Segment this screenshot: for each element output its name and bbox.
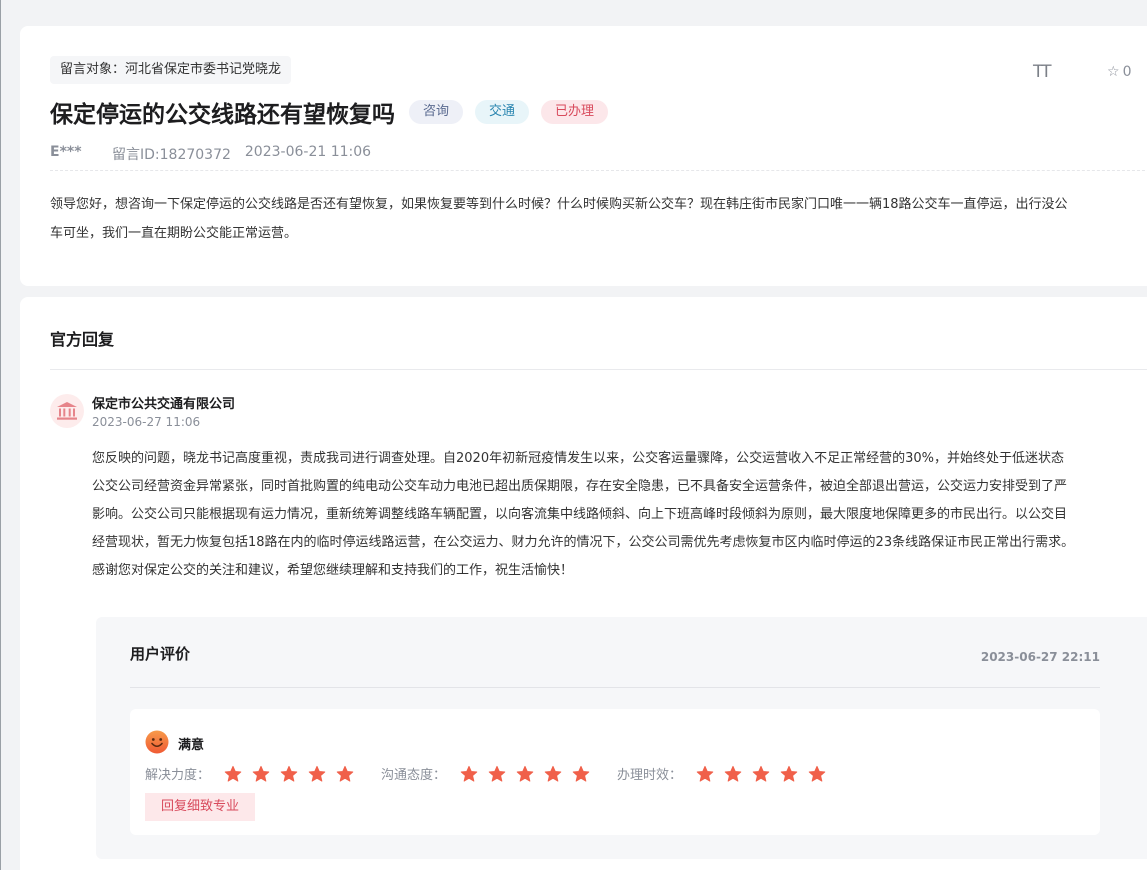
tag-status-done: 已办理 [541,100,609,124]
smile-face-icon [145,730,169,754]
star-icon [308,765,326,782]
star-icon [224,765,242,782]
reply-body-line: 经营现状，暂无力恢复包括18路在内的临时停运线路运营，在公交运力、财力允许的情况… [92,535,1075,550]
star-icon [752,765,770,782]
user-evaluation-panel: 用户评价 2023-06-27 22:11 满意 解决力度： 沟通态度： 办理时… [96,617,1147,859]
favorite-count: 0 [1122,64,1132,80]
rating-communication: 沟通态度： [381,764,590,783]
message-author: E*** [50,144,82,160]
star-icon [460,765,478,782]
star-icon [696,765,714,782]
evaluation-datetime: 2023-06-27 22:11 [980,650,1100,664]
star-icon [280,765,298,782]
star-icon [544,765,562,782]
reply-org-name: 保定市公共交通有限公司 [92,397,236,412]
reply-body: 您反映的问题，晓龙书记高度重视，责成我司进行调查处理。自2020年初新冠疫情发生… [92,445,1147,585]
rating-timeliness: 办理时效： [617,764,826,783]
feedback-tag: 回复细致专业 [145,793,256,821]
star-icon [808,765,826,782]
font-size-icon[interactable]: TT [1033,62,1052,82]
reply-heading: 官方回复 [50,330,115,349]
reply-datetime: 2023-06-27 11:06 [92,415,201,429]
star-rating [450,765,590,783]
star-icon [516,765,534,782]
reply-body-line: 感谢您对保定公交的关注和建议，希望您继续理解和支持我们的工作，祝生活愉快！ [92,563,574,578]
satisfaction-label: 满意 [178,738,205,753]
evaluation-heading: 用户评价 [130,645,191,663]
rating-label: 办理时效： [617,768,683,783]
divider [50,170,1147,171]
reply-body-line: 您反映的问题，晓龙书记高度重视，责成我司进行调查处理。自2020年初新冠疫情发生… [92,451,1064,466]
star-icon [572,765,590,782]
star-icon [724,765,742,782]
message-title: 保定停运的公交线路还有望恢复吗 [50,102,395,128]
left-border-line [0,0,1,870]
ratings-row: 解决力度： 沟通态度： 办理时效： [145,764,853,783]
message-body: 领导您好，想咨询一下保定停运的公交线路是否还有望恢复，如果恢复要等到什么时候？什… [50,190,1147,248]
government-building-icon [50,394,84,428]
message-body-line: 领导您好，想咨询一下保定停运的公交线路是否还有望恢复，如果恢复要等到什么时候？什… [50,197,1068,212]
message-id: 留言ID:18270372 [112,147,231,163]
reply-body-line: 影响。公交公司只能根据现有运力情况，重新统筹调整线路车辆配置，以向客流集中线路倾… [92,507,1068,522]
star-outline-icon: ☆ [1107,64,1120,80]
star-rating [214,765,354,783]
star-icon [336,765,354,782]
tag-traffic: 交通 [475,100,530,124]
message-meta: E*** 留言ID:18270372 2023-06-21 11:06 [50,144,371,164]
star-icon [252,765,270,782]
reply-body-line: 公交公司经营资金异常紧张，同时首批购置的纯电动公交车动力电池已超出质保期限，存在… [92,479,1068,494]
divider [130,687,1100,688]
divider [50,369,1147,370]
message-datetime: 2023-06-21 11:06 [244,144,372,160]
star-icon [780,765,798,782]
favorite-button[interactable]: ☆ 0 [1107,64,1131,80]
star-icon [488,765,506,782]
official-reply-card: 官方回复 保定市公共交通有限公司 2023-06-27 11:06 您反映的问题… [20,297,1147,870]
rating-resolution: 解决力度： [145,764,354,783]
message-body-line: 车可坐，我们一直在期盼公交能正常运营。 [50,226,298,241]
message-title-row: 保定停运的公交线路还有望恢复吗 咨询 交通 已办理 [50,94,609,130]
rating-label: 解决力度： [145,768,211,783]
message-card: 留言对象：河北省保定市委书记党晓龙 TT ☆ 0 保定停运的公交线路还有望恢复吗 … [20,26,1147,286]
rating-label: 沟通态度： [381,768,447,783]
star-rating [686,765,826,783]
tag-consult: 咨询 [409,100,464,124]
message-target-chip: 留言对象：河北省保定市委书记党晓龙 [50,56,292,84]
evaluation-box: 满意 解决力度： 沟通态度： 办理时效： 回复细致专业 [130,709,1100,835]
